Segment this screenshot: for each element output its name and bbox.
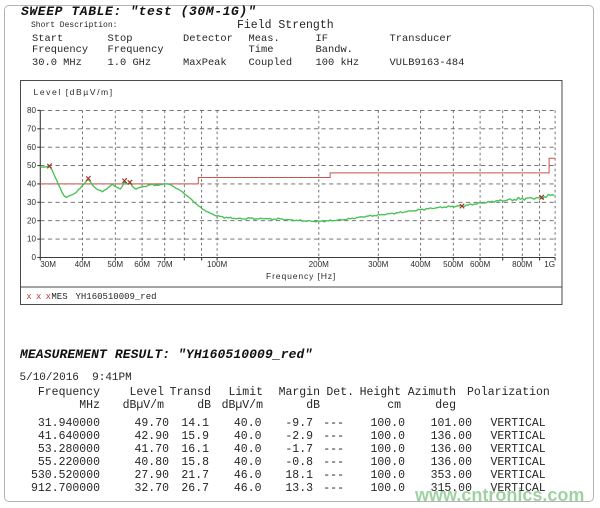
svg-text:800M: 800M [512,260,533,269]
svg-text:30M: 30M [40,260,56,269]
svg-text:50M: 50M [107,260,123,269]
svg-text:Level [dBµV/m]: Level [dBµV/m] [34,87,114,97]
svg-text:500M: 500M [443,260,464,269]
svg-text:0: 0 [31,253,36,262]
svg-text:80: 80 [27,106,37,115]
svg-text:70: 70 [27,124,37,133]
svg-text:60M: 60M [134,260,150,269]
svg-text:200M: 200M [309,260,330,269]
svg-text:10: 10 [27,235,37,244]
svg-text:1G: 1G [544,260,555,269]
svg-text:40: 40 [27,180,37,189]
svg-text:400M: 400M [410,260,431,269]
svg-text:60: 60 [27,143,37,152]
svg-text:40M: 40M [75,260,91,269]
svg-text:50: 50 [27,161,37,170]
svg-text:300M: 300M [368,260,389,269]
svg-text:70M: 70M [157,260,173,269]
svg-text:100M: 100M [207,260,228,269]
svg-text:20: 20 [27,216,37,225]
svg-text:Frequency [Hz]: Frequency [Hz] [266,271,336,281]
svg-text:600M: 600M [470,260,491,269]
svg-text:30: 30 [27,198,37,207]
